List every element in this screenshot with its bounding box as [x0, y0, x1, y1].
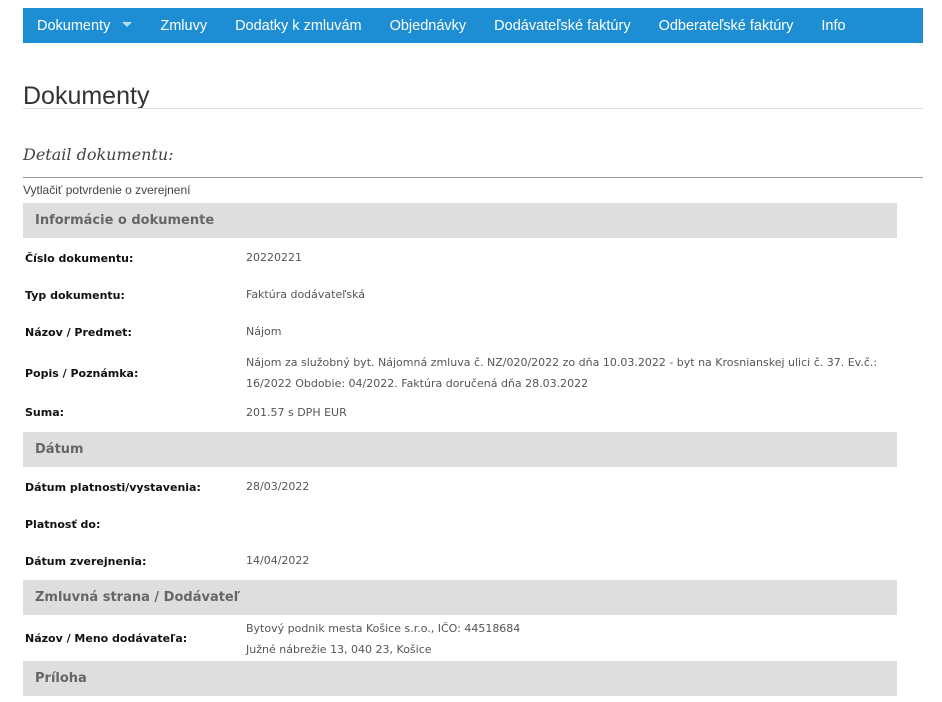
nav-item-dodatky[interactable]: Dodatky k zmluvám: [221, 8, 376, 43]
section-header-priloha: Príloha: [23, 661, 897, 696]
label-nazov-predmet: Názov / Predmet:: [25, 326, 132, 339]
section-header-zmluvna-strana: Zmluvná strana / Dodávateľ: [23, 580, 897, 615]
value-datum-zverejnenia: 14/04/2022: [246, 554, 310, 567]
subtitle-divider: [23, 177, 923, 178]
value-nazov-dodavatela: Bytový podnik mesta Košice s.r.o., IČO: …: [246, 622, 521, 635]
nav-item-info[interactable]: Info: [807, 8, 859, 43]
value-nazov-predmet: Nájom: [246, 325, 282, 338]
section-header-datum: Dátum: [23, 432, 897, 467]
nav-item-label: Dokumenty: [37, 17, 111, 34]
label-typ-dokumentu: Typ dokumentu:: [25, 289, 125, 302]
value-suma: 201.57 s DPH EUR: [246, 406, 347, 419]
section-title: Príloha: [35, 671, 87, 686]
nav-item-dokumenty[interactable]: Dokumenty: [23, 8, 146, 43]
value-adresa-dodavatela: Južné nábrežie 13, 040 23, Košice: [246, 643, 432, 656]
print-confirmation-link[interactable]: Vytlačiť potvrdenie o zverejnení: [23, 183, 190, 197]
value-cislo-dokumentu: 20220221: [246, 251, 302, 264]
label-cislo-dokumentu: Číslo dokumentu:: [25, 252, 134, 265]
value-datum-platnosti: 28/03/2022: [246, 480, 310, 493]
nav-item-zmluvy[interactable]: Zmluvy: [146, 8, 221, 43]
title-divider: [23, 108, 923, 109]
label-popis-poznamka: Popis / Poznámka:: [25, 367, 139, 380]
nav-item-objednavky[interactable]: Objednávky: [376, 8, 481, 43]
section-title: Dátum: [35, 442, 84, 457]
section-header-info: Informácie o dokumente: [23, 203, 897, 238]
label-platnost-do: Platnosť do:: [25, 518, 101, 531]
section-title: Zmluvná strana / Dodávateľ: [35, 590, 240, 605]
label-datum-zverejnenia: Dátum zverejnenia:: [25, 555, 147, 568]
label-suma: Suma:: [25, 406, 65, 419]
nav-item-dodavatelske-faktury[interactable]: Dodávateľské faktúry: [480, 8, 644, 43]
top-navbar: Dokumenty Zmluvy Dodatky k zmluvám Objed…: [23, 8, 923, 43]
detail-subtitle: Detail dokumentu:: [23, 145, 174, 164]
label-datum-platnosti: Dátum platnosti/vystavenia:: [25, 481, 201, 494]
chevron-down-icon[interactable]: [122, 22, 133, 27]
value-popis-poznamka: Nájom za služobný byt. Nájomná zmluva č.…: [246, 356, 878, 390]
page-title: Dokumenty: [23, 82, 150, 110]
section-title: Informácie o dokumente: [35, 213, 215, 228]
value-typ-dokumentu: Faktúra dodávateľská: [246, 288, 366, 301]
nav-item-odberatelske-faktury[interactable]: Odberateľské faktúry: [645, 8, 808, 43]
label-nazov-dodavatela: Názov / Meno dodávateľa:: [25, 632, 188, 645]
